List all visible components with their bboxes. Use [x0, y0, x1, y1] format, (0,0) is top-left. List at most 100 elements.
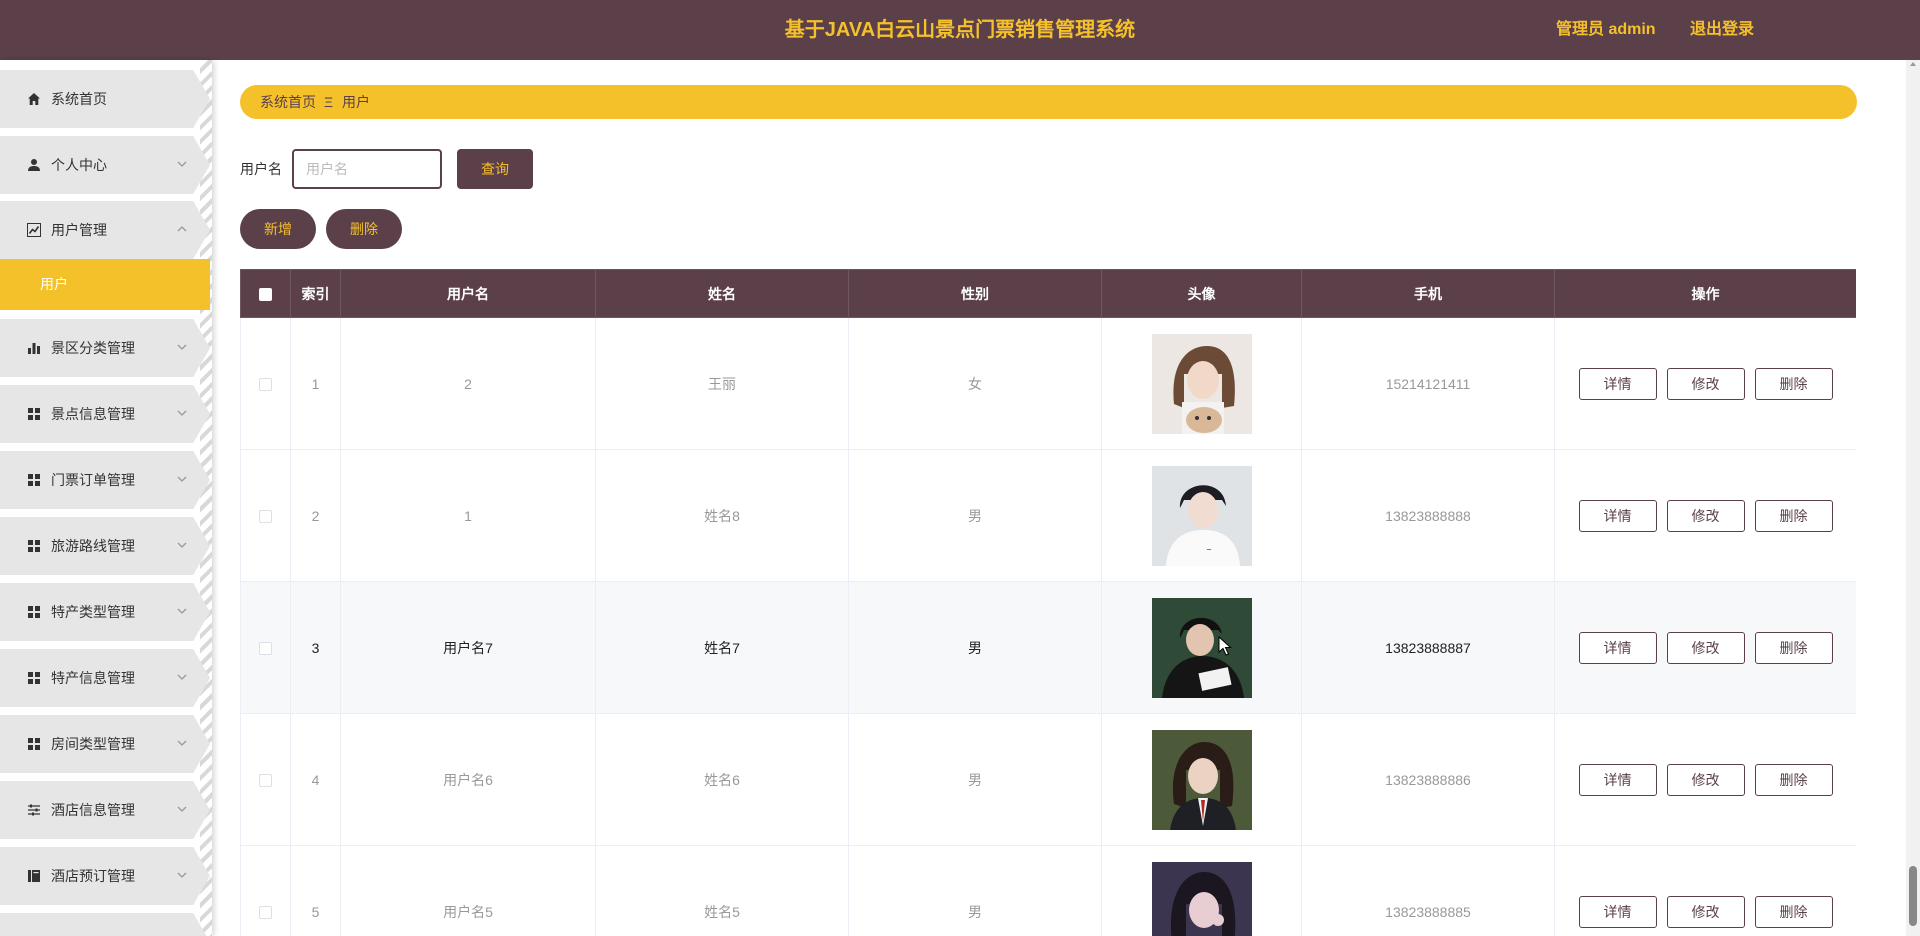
page-scrollbar[interactable]: [1906, 60, 1920, 936]
grid-icon: [26, 670, 42, 686]
sidebar-item-hotel-booking[interactable]: 酒店预订管理: [0, 847, 210, 905]
cell-username: 用户名7: [340, 581, 596, 714]
delete-button[interactable]: 删除: [1754, 367, 1833, 400]
sidebar-item-scenic-category[interactable]: 景区分类管理: [0, 319, 210, 377]
svg-text:~: ~: [1206, 546, 1212, 554]
table-row: 4 用户名6 姓名6 男 13823888886 详情 修改 删除: [240, 713, 1856, 846]
username-search-input[interactable]: [292, 149, 442, 189]
cell-name: 姓名5: [595, 845, 849, 936]
cell-name: 姓名8: [595, 449, 849, 582]
sidebar-item-label: 景点信息管理: [51, 406, 135, 422]
breadcrumb-current: 用户: [342, 94, 370, 110]
row-checkbox[interactable]: [259, 774, 272, 788]
column-header: 索引: [290, 269, 341, 318]
cell-name: 姓名6: [595, 713, 849, 846]
add-button[interactable]: 新增: [240, 209, 316, 249]
scrollbar-thumb[interactable]: [1909, 866, 1917, 926]
row-checkbox[interactable]: [259, 510, 272, 524]
sidebar-item-label: 旅游路线管理: [51, 538, 135, 554]
grid-icon: [26, 472, 42, 488]
delete-button[interactable]: 删除: [1754, 763, 1833, 796]
row-checkbox[interactable]: [259, 906, 272, 920]
detail-button[interactable]: 详情: [1578, 367, 1657, 400]
query-button[interactable]: 查询: [457, 149, 533, 189]
cell-index: 4: [290, 713, 341, 846]
user-table: 索引 用户名 姓名 性别 头像 手机 操作 1 2 王丽 女 152141214…: [240, 269, 1856, 936]
row-checkbox[interactable]: [259, 642, 272, 656]
admin-username: 管理员 admin: [1556, 21, 1656, 38]
sidebar-item-personal-center[interactable]: 个人中心: [0, 136, 210, 194]
cell-phone: 15214121411: [1301, 317, 1555, 450]
table-row: 1 2 王丽 女 15214121411 详情 修改 删除: [240, 317, 1856, 450]
bar-chart-icon: [26, 340, 42, 356]
chevron-down-icon: [177, 674, 187, 680]
sidebar-item-specialty-types[interactable]: 特产类型管理: [0, 583, 210, 641]
edit-button[interactable]: 修改: [1666, 895, 1745, 928]
grid-icon: [26, 604, 42, 620]
sidebar-item-label: 系统首页: [51, 91, 107, 107]
sidebar-item-user-management[interactable]: 用户管理: [0, 201, 210, 259]
sidebar-item-label: 个人中心: [51, 157, 107, 173]
sidebar-item-home[interactable]: 系统首页: [0, 70, 210, 128]
select-all-checkbox[interactable]: [259, 288, 272, 302]
edit-button[interactable]: 修改: [1666, 763, 1745, 796]
cell-gender: 男: [848, 581, 1102, 714]
chevron-down-icon: [177, 740, 187, 746]
column-header: 手机: [1301, 269, 1555, 318]
breadcrumb-home-link[interactable]: 系统首页: [260, 85, 316, 119]
cell-phone: 13823888885: [1301, 845, 1555, 936]
sidebar-subitem-user[interactable]: 用户: [0, 259, 210, 310]
detail-button[interactable]: 详情: [1578, 631, 1657, 664]
sliders-icon: [26, 802, 42, 818]
chevron-down-icon: [177, 608, 187, 614]
select-all-cell[interactable]: [240, 269, 291, 318]
edit-button[interactable]: 修改: [1666, 499, 1745, 532]
cell-phone: 13823888887: [1301, 581, 1555, 714]
row-checkbox[interactable]: [259, 378, 272, 392]
grid-icon: [26, 406, 42, 422]
edit-button[interactable]: 修改: [1666, 631, 1745, 664]
chart-line-icon: [26, 222, 42, 238]
sidebar-item-hotel-info[interactable]: 酒店信息管理: [0, 781, 210, 839]
avatar[interactable]: [1151, 861, 1252, 936]
sidebar-item-travel-routes[interactable]: 旅游路线管理: [0, 517, 210, 575]
sidebar-item-label: 景区分类管理: [51, 340, 135, 356]
cell-username: 用户名5: [340, 845, 596, 936]
cell-username: 1: [340, 449, 596, 582]
detail-button[interactable]: 详情: [1578, 895, 1657, 928]
column-header: 性别: [848, 269, 1102, 318]
chevron-up-icon: [177, 226, 187, 232]
cell-username: 用户名6: [340, 713, 596, 846]
sidebar-item-label: 用户管理: [51, 222, 107, 238]
grid-icon: [26, 538, 42, 554]
sidebar: 系统首页 个人中心 用户管理 用户 景区分类管理 景点信息管理 门票订单管理 旅…: [0, 60, 212, 936]
chevron-down-icon: [177, 344, 187, 350]
detail-button[interactable]: 详情: [1578, 763, 1657, 796]
sidebar-item-room-types[interactable]: 房间类型管理: [0, 715, 210, 773]
chevron-down-icon: [177, 542, 187, 548]
cell-gender: 女: [848, 317, 1102, 450]
table-row: 5 用户名5 姓名5 男 13823888885 详情 修改 删除: [240, 845, 1856, 936]
detail-button[interactable]: 详情: [1578, 499, 1657, 532]
avatar[interactable]: [1151, 333, 1252, 434]
sidebar-item-ticket-orders[interactable]: 门票订单管理: [0, 451, 210, 509]
sidebar-item-partial[interactable]: [0, 913, 210, 936]
chevron-down-icon: [177, 806, 187, 812]
sidebar-item-specialty-info[interactable]: 特产信息管理: [0, 649, 210, 707]
logout-link[interactable]: 退出登录: [1690, 0, 1754, 60]
column-header: 用户名: [340, 269, 596, 318]
grid-icon: [26, 736, 42, 752]
cell-name: 王丽: [595, 317, 849, 450]
batch-delete-button[interactable]: 删除: [326, 209, 402, 249]
avatar[interactable]: ~: [1151, 465, 1252, 566]
avatar[interactable]: [1151, 729, 1252, 830]
breadcrumb: 系统首页 Ξ 用户: [240, 85, 1857, 119]
sidebar-item-scenic-info[interactable]: 景点信息管理: [0, 385, 210, 443]
avatar[interactable]: [1151, 597, 1252, 698]
home-icon: [26, 91, 42, 107]
edit-button[interactable]: 修改: [1666, 367, 1745, 400]
delete-button[interactable]: 删除: [1754, 895, 1833, 928]
delete-button[interactable]: 删除: [1754, 631, 1833, 664]
delete-button[interactable]: 删除: [1754, 499, 1833, 532]
scroll-up-arrow-icon[interactable]: [1909, 60, 1917, 68]
